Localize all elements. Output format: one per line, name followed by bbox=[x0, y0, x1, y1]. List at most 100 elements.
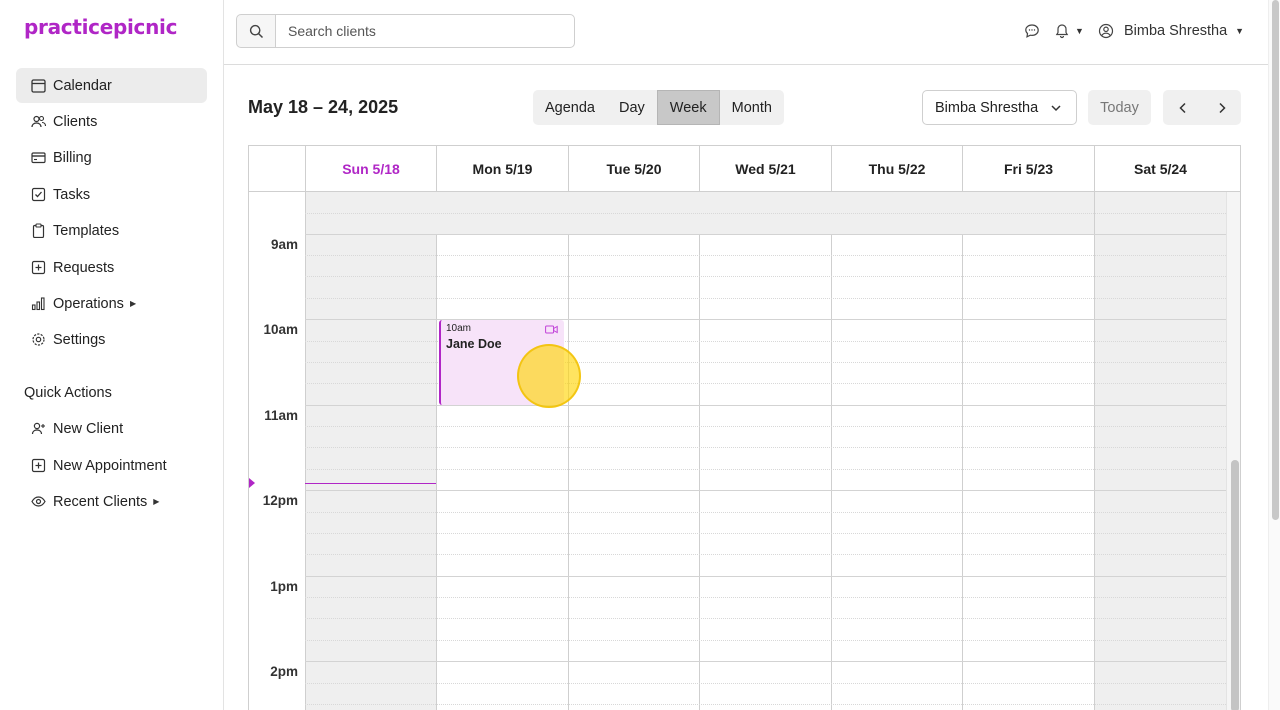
day-header-thu[interactable]: Thu 5/22 bbox=[831, 146, 962, 192]
quick-action-recent-clients[interactable]: Recent Clients ▶ bbox=[16, 484, 207, 519]
search-input[interactable] bbox=[275, 14, 575, 48]
event-time: 10am bbox=[446, 323, 472, 334]
date-navigation bbox=[1163, 90, 1241, 125]
page-scrollbar-thumb[interactable] bbox=[1272, 0, 1279, 520]
slot-line bbox=[305, 704, 1226, 705]
chevron-right-icon bbox=[1218, 102, 1226, 113]
day-header-sun[interactable]: Sun 5/18 bbox=[305, 146, 436, 192]
day-header-mon[interactable]: Mon 5/19 bbox=[436, 146, 568, 192]
brand-logo[interactable]: practicepicnic bbox=[24, 15, 177, 39]
slot-line bbox=[305, 255, 1226, 256]
caret-down-icon: ▼ bbox=[1075, 26, 1084, 36]
time-label: 1pm bbox=[270, 579, 298, 594]
quick-action-new-client[interactable]: New Client bbox=[16, 411, 207, 446]
video-camera-icon bbox=[545, 325, 558, 334]
day-header-tue[interactable]: Tue 5/20 bbox=[568, 146, 699, 192]
quick-action-new-appointment[interactable]: New Appointment bbox=[16, 448, 207, 483]
caret-right-icon: ▶ bbox=[129, 299, 137, 308]
grid-scrollbar-thumb[interactable] bbox=[1231, 460, 1239, 710]
bar-chart-icon bbox=[31, 296, 46, 311]
sidebar-item-clients[interactable]: Clients bbox=[16, 104, 207, 139]
hour-line bbox=[305, 576, 1226, 577]
gear-icon bbox=[31, 332, 46, 347]
chevron-down-icon bbox=[1051, 105, 1061, 112]
day-column-sat[interactable] bbox=[1094, 192, 1226, 710]
day-header-row: Sun 5/18 Mon 5/19 Tue 5/20 Wed 5/21 Thu … bbox=[249, 146, 1240, 192]
sidebar-item-label: Tasks bbox=[53, 186, 91, 203]
chat-icon[interactable] bbox=[1023, 22, 1041, 40]
clipboard-icon bbox=[31, 223, 46, 238]
view-agenda-button[interactable]: Agenda bbox=[533, 90, 607, 125]
quick-action-label: New Appointment bbox=[53, 457, 167, 474]
view-switcher: Agenda Day Week Month bbox=[533, 90, 784, 125]
user-menu[interactable]: Bimba Shrestha ▼ bbox=[1098, 20, 1244, 42]
current-time-line bbox=[305, 483, 436, 484]
slot-line bbox=[305, 597, 1226, 598]
page-scrollbar[interactable] bbox=[1268, 0, 1280, 710]
notifications-dropdown[interactable]: ▼ bbox=[1052, 22, 1086, 40]
day-column-wed[interactable] bbox=[699, 192, 831, 710]
sidebar-item-settings[interactable]: Settings bbox=[16, 322, 207, 357]
view-month-button[interactable]: Month bbox=[720, 90, 784, 125]
slot-line bbox=[305, 276, 1226, 277]
hour-line bbox=[305, 490, 1226, 491]
grid-scrollbar[interactable] bbox=[1226, 192, 1240, 710]
time-label: 10am bbox=[263, 322, 298, 337]
sidebar-item-calendar[interactable]: Calendar bbox=[16, 68, 207, 103]
calendar-owner-value: Bimba Shrestha bbox=[935, 99, 1039, 116]
slot-line bbox=[305, 512, 1226, 513]
day-column-fri[interactable] bbox=[962, 192, 1094, 710]
slot-line bbox=[305, 298, 1226, 299]
hour-line bbox=[305, 405, 1226, 406]
sidebar-item-label: Billing bbox=[53, 149, 92, 166]
day-column-thu[interactable] bbox=[831, 192, 962, 710]
quick-actions-heading: Quick Actions bbox=[24, 385, 112, 401]
day-column-mon[interactable] bbox=[436, 192, 568, 710]
sidebar-item-templates[interactable]: Templates bbox=[16, 213, 207, 248]
caret-down-icon: ▼ bbox=[1235, 26, 1245, 36]
slot-line bbox=[305, 683, 1226, 684]
day-header-sat[interactable]: Sat 5/24 bbox=[1094, 146, 1226, 192]
day-column-tue[interactable] bbox=[568, 192, 699, 710]
sidebar-item-billing[interactable]: Billing bbox=[16, 140, 207, 175]
time-label: 11am bbox=[264, 408, 298, 423]
slot-line bbox=[305, 447, 1226, 448]
calendar-icon bbox=[31, 78, 46, 93]
hour-line bbox=[305, 234, 1226, 235]
plus-square-icon bbox=[31, 458, 46, 473]
calendar-owner-select[interactable]: Bimba Shrestha bbox=[922, 90, 1077, 125]
day-column-sun[interactable] bbox=[305, 192, 436, 710]
sidebar-item-label: Templates bbox=[53, 222, 120, 239]
chevron-left-icon bbox=[1178, 102, 1186, 113]
sidebar-item-label: Calendar bbox=[53, 77, 112, 94]
users-icon bbox=[31, 114, 46, 129]
search-icon bbox=[249, 24, 263, 38]
sidebar-item-requests[interactable]: Requests bbox=[16, 250, 207, 285]
week-calendar: 9am 10am 11am 12pm 1pm 2pm 10am Jane Doe… bbox=[248, 145, 1241, 710]
day-header-fri[interactable]: Fri 5/23 bbox=[962, 146, 1094, 192]
plus-square-icon bbox=[31, 260, 46, 275]
topbar: ▼ Bimba Shrestha ▼ bbox=[224, 0, 1268, 65]
current-time-marker bbox=[249, 478, 255, 488]
sidebar-item-tasks[interactable]: Tasks bbox=[16, 177, 207, 212]
time-label: 12pm bbox=[262, 493, 298, 508]
previous-week-button[interactable] bbox=[1163, 90, 1202, 125]
quick-action-label: Recent Clients bbox=[53, 493, 148, 510]
search-button[interactable] bbox=[236, 14, 276, 48]
bell-icon bbox=[1055, 24, 1069, 39]
next-week-button[interactable] bbox=[1202, 90, 1241, 125]
slot-line bbox=[305, 469, 1226, 470]
caret-right-icon: ▶ bbox=[153, 497, 160, 506]
time-label: 9am bbox=[270, 237, 298, 252]
sidebar-item-operations[interactable]: Operations ▶ bbox=[16, 286, 207, 321]
time-label: 2pm bbox=[270, 664, 298, 679]
view-week-button[interactable]: Week bbox=[656, 90, 720, 125]
day-header-wed[interactable]: Wed 5/21 bbox=[699, 146, 831, 192]
user-circle-icon bbox=[1098, 23, 1114, 39]
sidebar-item-label: Operations bbox=[53, 295, 124, 312]
date-range-title: May 18 – 24, 2025 bbox=[248, 97, 399, 117]
today-button[interactable]: Today bbox=[1088, 90, 1151, 125]
slot-line bbox=[305, 426, 1226, 427]
user-name: Bimba Shrestha bbox=[1124, 23, 1228, 39]
view-day-button[interactable]: Day bbox=[607, 90, 657, 125]
